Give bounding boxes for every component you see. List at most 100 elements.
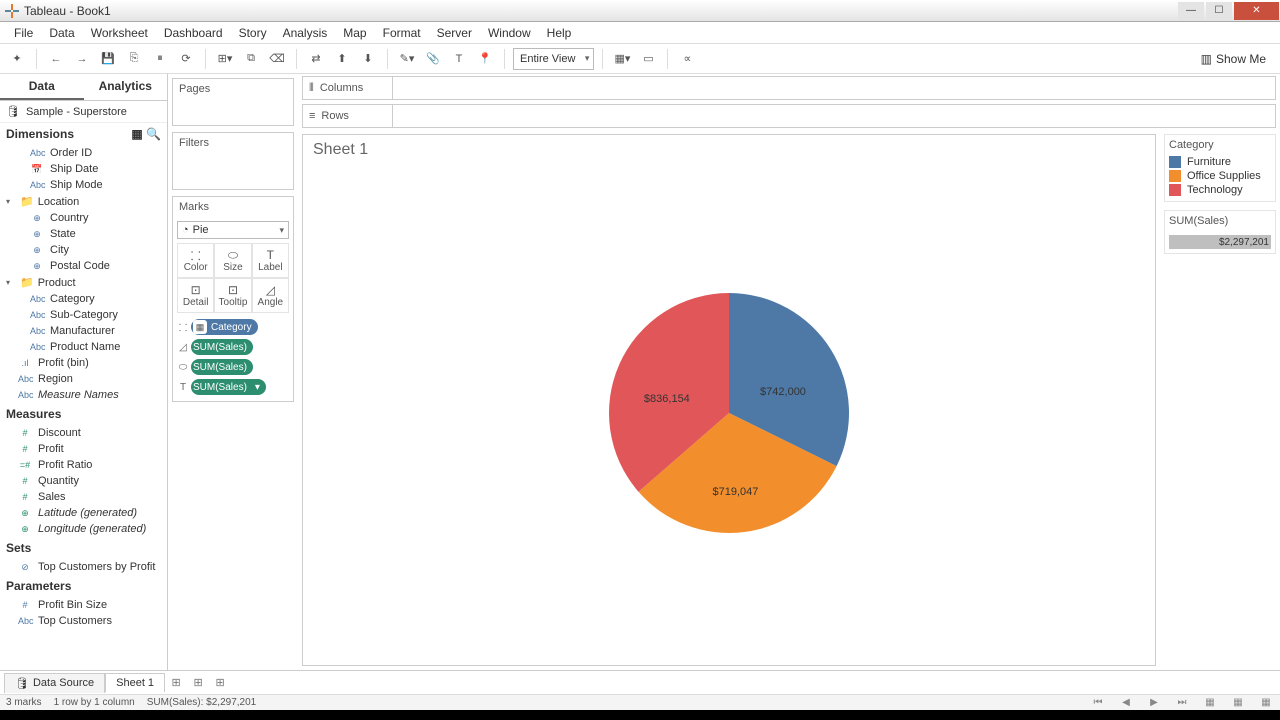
sort-desc-button[interactable]: ⬇	[357, 48, 379, 70]
tab-data[interactable]: Data	[0, 74, 84, 100]
status-nav-first[interactable]: ⏮	[1090, 697, 1106, 708]
tab-sheet1[interactable]: Sheet 1	[105, 673, 165, 692]
status-nav-prev[interactable]: ◀	[1118, 697, 1134, 708]
legend-furniture[interactable]: Furniture	[1169, 155, 1271, 169]
pages-shelf[interactable]: Pages	[172, 78, 294, 126]
new-dashboard-icon[interactable]: ⊞	[187, 676, 209, 689]
tableau-icon[interactable]: ✦	[6, 48, 28, 70]
maximize-button[interactable]: ☐	[1206, 2, 1232, 20]
menu-help[interactable]: Help	[539, 24, 580, 42]
field-latitude[interactable]: ⊕Latitude (generated)	[0, 505, 167, 521]
mark-angle[interactable]: ◿Angle	[252, 278, 289, 313]
menu-story[interactable]: Story	[231, 24, 275, 42]
save-button[interactable]: 💾	[97, 48, 119, 70]
field-discount[interactable]: #Discount	[0, 425, 167, 441]
close-button[interactable]: ✕	[1234, 2, 1279, 20]
show-hide-cards-button[interactable]: ▦▾	[611, 48, 633, 70]
status-view-2[interactable]: ▦	[1230, 697, 1246, 708]
rows-shelf[interactable]: ≡Rows	[302, 104, 1276, 128]
mark-type-dropdown[interactable]: ◔Pie	[177, 221, 289, 239]
search-icon[interactable]: 🔍	[146, 127, 161, 141]
field-category[interactable]: AbcCategory	[0, 291, 167, 307]
minimize-button[interactable]: —	[1178, 2, 1204, 20]
field-top-customers[interactable]: AbcTop Customers	[0, 613, 167, 629]
status-nav-last[interactable]: ⏭	[1174, 697, 1190, 708]
swap-button[interactable]: ⇄	[305, 48, 327, 70]
menu-file[interactable]: File	[6, 24, 41, 42]
field-ship-mode[interactable]: AbcShip Mode	[0, 177, 167, 193]
pin-button[interactable]: 📍	[474, 48, 496, 70]
folder-product[interactable]: ▾📁Product	[0, 274, 167, 291]
field-profit-ratio[interactable]: =#Profit Ratio	[0, 457, 167, 473]
field-product-name[interactable]: AbcProduct Name	[0, 339, 167, 355]
field-postal-code[interactable]: ⊕Postal Code	[0, 258, 167, 274]
tab-datasource[interactable]: 🛢Data Source	[4, 673, 105, 693]
field-profit[interactable]: #Profit	[0, 441, 167, 457]
field-longitude[interactable]: ⊕Longitude (generated)	[0, 521, 167, 537]
sheet-title[interactable]: Sheet 1	[313, 141, 368, 159]
field-profit-bin[interactable]: .ılProfit (bin)	[0, 355, 167, 371]
folder-location[interactable]: ▾📁Location	[0, 193, 167, 210]
field-state[interactable]: ⊕State	[0, 226, 167, 242]
pill-sum-sales-angle[interactable]: SUM(Sales)	[191, 339, 253, 355]
status-nav-next[interactable]: ▶	[1146, 697, 1162, 708]
share-button[interactable]: ∝	[676, 48, 698, 70]
legend-office-supplies[interactable]: Office Supplies	[1169, 169, 1271, 183]
refresh-button[interactable]: ⟳	[175, 48, 197, 70]
field-sales[interactable]: #Sales	[0, 489, 167, 505]
clear-button[interactable]: ⌫	[266, 48, 288, 70]
new-worksheet-button[interactable]: ⊞▾	[214, 48, 236, 70]
new-worksheet-icon[interactable]: ⊞	[165, 676, 187, 689]
datasource-item[interactable]: 🛢 Sample - Superstore	[0, 101, 167, 123]
menu-analysis[interactable]: Analysis	[275, 24, 336, 42]
mark-size[interactable]: ⬭Size	[214, 243, 251, 278]
columns-shelf[interactable]: ⦀Columns	[302, 76, 1276, 100]
pill-sum-sales-size[interactable]: SUM(Sales)	[191, 359, 253, 375]
field-sub-category[interactable]: AbcSub-Category	[0, 307, 167, 323]
field-top-customers-profit[interactable]: ⊘Top Customers by Profit	[0, 559, 167, 575]
field-measure-names[interactable]: AbcMeasure Names	[0, 387, 167, 403]
field-order-id[interactable]: AbcOrder ID	[0, 145, 167, 161]
sort-asc-button[interactable]: ⬆	[331, 48, 353, 70]
mark-label[interactable]: TLabel	[252, 243, 289, 278]
mark-detail[interactable]: ⊡Detail	[177, 278, 214, 313]
menu-window[interactable]: Window	[480, 24, 539, 42]
legend-technology[interactable]: Technology	[1169, 183, 1271, 197]
status-view-3[interactable]: ▦	[1258, 697, 1274, 708]
labels-button[interactable]: T	[448, 48, 470, 70]
highlight-button[interactable]: ✎▾	[396, 48, 418, 70]
new-story-icon[interactable]: ⊞	[209, 676, 231, 689]
presentation-button[interactable]: ▭	[637, 48, 659, 70]
menu-worksheet[interactable]: Worksheet	[83, 24, 156, 42]
mark-tooltip[interactable]: ⊡Tooltip	[214, 278, 251, 313]
field-quantity[interactable]: #Quantity	[0, 473, 167, 489]
redo-button[interactable]: →	[71, 48, 93, 70]
field-manufacturer[interactable]: AbcManufacturer	[0, 323, 167, 339]
menu-data[interactable]: Data	[41, 24, 82, 42]
field-profit-bin-size[interactable]: #Profit Bin Size	[0, 597, 167, 613]
field-country[interactable]: ⊕Country	[0, 210, 167, 226]
menu-server[interactable]: Server	[429, 24, 480, 42]
size-legend[interactable]: SUM(Sales) $2,297,201	[1164, 210, 1276, 254]
field-city[interactable]: ⊕City	[0, 242, 167, 258]
new-datasource-button[interactable]: ⎘	[123, 48, 145, 70]
undo-button[interactable]: ←	[45, 48, 67, 70]
menu-map[interactable]: Map	[335, 24, 374, 42]
pill-category[interactable]: ▦Category	[191, 319, 258, 335]
tab-analytics[interactable]: Analytics	[84, 74, 168, 100]
status-view-1[interactable]: ▦	[1202, 697, 1218, 708]
color-legend[interactable]: Category Furniture Office Supplies Techn…	[1164, 134, 1276, 202]
show-me-button[interactable]: ▥ Show Me	[1193, 52, 1274, 66]
field-region[interactable]: AbcRegion	[0, 371, 167, 387]
filters-shelf[interactable]: Filters	[172, 132, 294, 190]
mark-color[interactable]: ⸬Color	[177, 243, 214, 278]
view-mode-dropdown[interactable]: Entire View	[513, 48, 594, 70]
pill-sum-sales-label[interactable]: SUM(Sales)▾	[191, 379, 266, 395]
pause-button[interactable]: ⏸	[149, 48, 171, 70]
view-as-icon[interactable]: ▦	[131, 127, 142, 141]
group-button[interactable]: 📎	[422, 48, 444, 70]
duplicate-button[interactable]: ⧉	[240, 48, 262, 70]
menu-dashboard[interactable]: Dashboard	[156, 24, 231, 42]
viz-canvas[interactable]: Sheet 1 $742,000 $719,047 $836,154	[302, 134, 1156, 666]
menu-format[interactable]: Format	[375, 24, 429, 42]
